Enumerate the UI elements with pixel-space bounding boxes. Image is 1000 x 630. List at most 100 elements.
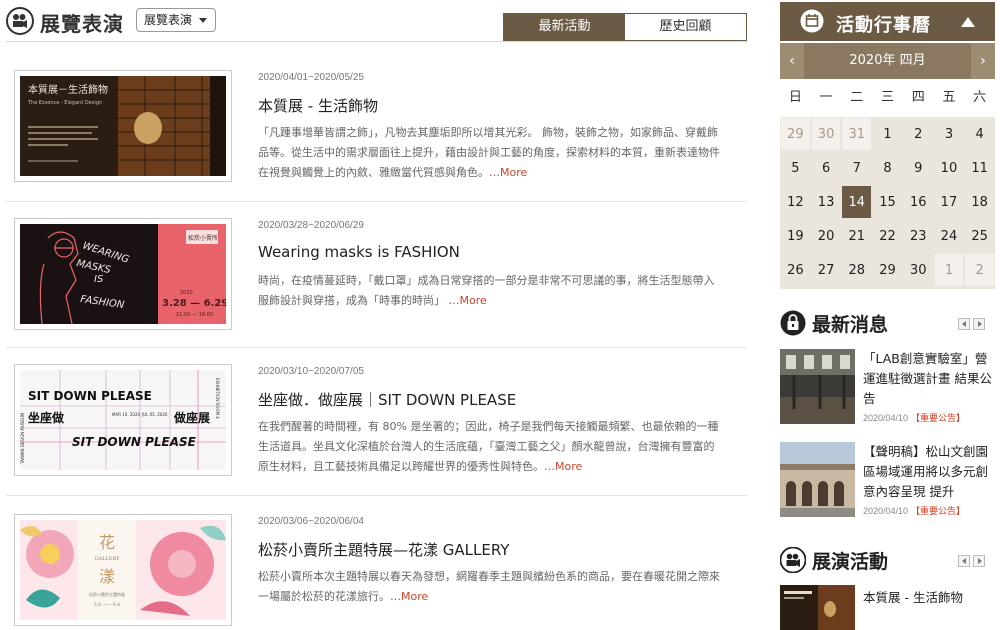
calendar-day[interactable]: 3: [935, 118, 964, 150]
poster-hours: 11:00 — 18:00: [176, 312, 213, 318]
calendar-day[interactable]: 4: [965, 118, 994, 150]
calendar-day[interactable]: 10: [935, 152, 964, 184]
poster-year: 2020: [180, 290, 193, 296]
section-title: 展覽表演: [40, 12, 124, 36]
next-month-button[interactable]: ›: [971, 43, 995, 79]
event-thumbnail: [780, 585, 855, 630]
calendar-day[interactable]: 14: [842, 186, 872, 218]
calendar-day[interactable]: 27: [812, 254, 841, 286]
article-description: 「凡踵事增華皆謂之飾」，凡物去其塵垢即所以增其光彩。 飾物，裝飾之物，如家飾品、…: [258, 123, 720, 183]
weekday-label: 四: [911, 90, 925, 105]
calendar-day[interactable]: 25: [965, 220, 994, 252]
news-thumbnail: [780, 442, 855, 517]
calendar-day[interactable]: 24: [935, 220, 964, 252]
calendar-day[interactable]: 29: [781, 118, 810, 150]
poster-cn-left: 坐座做: [28, 410, 65, 425]
calendar-day[interactable]: 29: [873, 254, 902, 286]
calendar-icon: [800, 9, 824, 33]
calendar-day[interactable]: 17: [935, 186, 964, 218]
poster-essence-image: 本質展－生活飾物 The Essence - Elegant Design: [20, 76, 226, 176]
article-date: 2020/04/01~2020/05/25: [258, 72, 364, 83]
calendar-day[interactable]: 16: [904, 186, 933, 218]
calendar-day[interactable]: 9: [904, 152, 933, 184]
read-more-link[interactable]: …More: [489, 166, 527, 179]
calendar-day[interactable]: 22: [873, 220, 902, 252]
news-item[interactable]: 【聲明稿】松山文創園區場域運用將以多元創意內容呈現 提升 2020/04/10 【…: [780, 442, 995, 520]
news-headline[interactable]: 「LAB創意實驗室」營運進駐徵選計畫 結果公告: [863, 349, 993, 409]
calendar-day[interactable]: 23: [904, 220, 933, 252]
calendar-day[interactable]: 20: [812, 220, 841, 252]
calendar-day[interactable]: 26: [781, 254, 810, 286]
article-thumbnail[interactable]: WEARING MASKS IS FASHION 松菸小賣所 2020 3.28…: [14, 218, 232, 330]
news-prev-button[interactable]: [958, 318, 970, 330]
news-title: 最新消息: [812, 314, 889, 336]
calendar-day[interactable]: 1: [873, 118, 902, 150]
article-title[interactable]: 坐座做．做座展｜SIT DOWN PLEASE: [258, 389, 516, 410]
news-tag: 【重要公告】: [911, 413, 966, 423]
tab-history[interactable]: 歷史回顧: [625, 14, 746, 40]
poster-subtitle: The Essence - Elegant Design: [27, 100, 102, 106]
events-next-button[interactable]: [973, 555, 985, 567]
category-select[interactable]: 展覽表演: [136, 8, 216, 32]
news-thumbnail: [780, 349, 855, 424]
article-title[interactable]: 本質展 - 生活飾物: [258, 95, 378, 116]
poster-date: MAR 10, 2020: [112, 412, 141, 417]
calendar-day[interactable]: 18: [965, 186, 994, 218]
poster-mask-fashion-image: WEARING MASKS IS FASHION 松菸小賣所 2020 3.28…: [20, 224, 226, 324]
calendar-weekday-row: 日 一 二 三 四 五 六: [780, 79, 995, 117]
article-date: 2020/03/06~2020/06/04: [258, 516, 364, 527]
calendar-day[interactable]: 2: [965, 254, 995, 286]
read-more-link[interactable]: …More: [449, 294, 487, 307]
tab-latest[interactable]: 最新活動: [504, 14, 625, 40]
weekday-label: 五: [942, 90, 956, 105]
calendar-day[interactable]: 15: [873, 186, 902, 218]
calendar-day[interactable]: 11: [965, 152, 994, 184]
calendar-day[interactable]: 7: [842, 152, 871, 184]
news-next-button[interactable]: [973, 318, 985, 330]
calendar-day[interactable]: 31: [842, 118, 872, 150]
calendar-day[interactable]: 30: [904, 254, 933, 286]
article-item: 花 GALLERY 漾 松菸小賣所主題特展 3.6 —— 6.4 2020/03…: [6, 496, 747, 630]
film-camera-icon: [780, 547, 806, 573]
collapse-toggle-icon[interactable]: [961, 17, 975, 27]
poster-dates: 3.28 — 6.29: [162, 298, 226, 309]
article-description-text: 在我們醒著的時間裡，有 80% 是坐著的；因此，椅子是我們每天接觸最頻繁、也最依…: [258, 420, 719, 473]
article-title[interactable]: Wearing masks is FASHION: [258, 243, 460, 261]
news-item[interactable]: 「LAB創意實驗室」營運進駐徵選計畫 結果公告 2020/04/10 【重要公告】: [780, 349, 995, 427]
read-more-link[interactable]: …More: [390, 590, 428, 603]
calendar-day[interactable]: 1: [934, 254, 964, 286]
calendar-day[interactable]: 6: [812, 152, 841, 184]
calendar-week-row: 5 6 7 8 9 10 11: [780, 151, 995, 185]
calendar-day[interactable]: 19: [781, 220, 810, 252]
calendar-day[interactable]: 30: [811, 118, 841, 150]
weekday-label: 一: [819, 90, 833, 105]
article-title[interactable]: 松菸小賣所主題特展—花漾 GALLERY: [258, 539, 509, 560]
event-title[interactable]: 本質展 - 生活飾物: [863, 587, 963, 606]
calendar-day[interactable]: 21: [842, 220, 871, 252]
calendar-day[interactable]: 28: [842, 254, 871, 286]
calendar-day[interactable]: 12: [781, 186, 810, 218]
article-date: 2020/03/10~2020/07/05: [258, 366, 364, 377]
calendar-day[interactable]: 2: [904, 118, 933, 150]
poster-char: 漾: [99, 567, 115, 586]
poster-date: JUL 05, 2020: [141, 412, 168, 417]
article-thumbnail[interactable]: 花 GALLERY 漾 松菸小賣所主題特展 3.6 —— 6.4: [14, 514, 232, 626]
calendar-header: 活動行事曆: [780, 2, 995, 41]
article-description: 松菸小賣所本次主題特展以春天為發想，網羅春季主題與繽紛色系的商品，要在春暖花開之…: [258, 567, 720, 607]
news-tag: 【重要公告】: [911, 506, 966, 516]
calendar-week-row: 19 20 21 22 23 24 25: [780, 219, 995, 253]
prev-month-button[interactable]: ‹: [780, 43, 804, 79]
article-thumbnail[interactable]: 本質展－生活飾物 The Essence - Elegant Design: [14, 70, 232, 182]
calendar-day[interactable]: 13: [812, 186, 841, 218]
news-headline[interactable]: 【聲明稿】松山文創園區場域運用將以多元創意內容呈現 提升: [863, 442, 993, 502]
event-item[interactable]: 本質展 - 生活飾物: [780, 585, 995, 630]
events-title: 展演活動: [812, 551, 889, 573]
film-camera-icon: [6, 7, 34, 35]
article-thumbnail[interactable]: SIT DOWN PLEASE 坐座做 做座展 SIT DOWN PLEASE …: [14, 364, 232, 476]
events-prev-button[interactable]: [958, 555, 970, 567]
read-more-link[interactable]: …More: [544, 460, 582, 473]
news-section-header: 最新消息: [780, 308, 995, 338]
tab-group: 最新活動 歷史回顧: [503, 13, 747, 41]
calendar-day[interactable]: 8: [873, 152, 902, 184]
calendar-day[interactable]: 5: [781, 152, 810, 184]
